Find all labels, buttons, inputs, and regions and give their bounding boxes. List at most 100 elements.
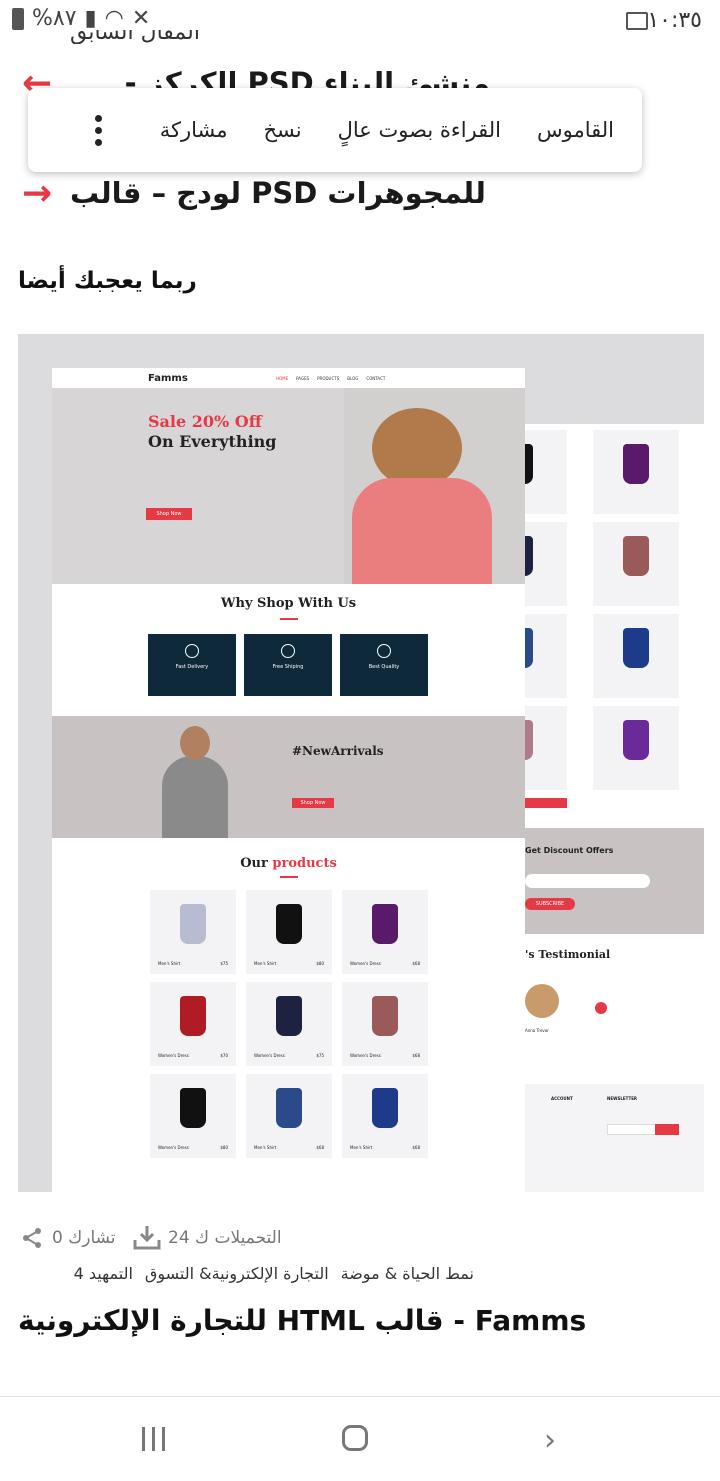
- popup-copy[interactable]: نسخ: [245, 118, 319, 142]
- preview-nav-blog: BLOG: [347, 376, 359, 381]
- product-card: Women's Dress $80: [150, 1074, 236, 1158]
- more-options-icon[interactable]: [94, 114, 104, 146]
- product-card: Men's Shirt $75: [150, 890, 236, 974]
- products-title: Our products: [52, 856, 525, 871]
- testimonial-next-icon: [595, 1002, 607, 1014]
- feature-label: Free Shiping: [272, 664, 304, 670]
- products-title-b: products: [272, 856, 337, 871]
- product-image: [372, 904, 398, 944]
- product-image: [372, 996, 398, 1036]
- product-card: Women's Dress $75: [246, 982, 332, 1066]
- download-icon[interactable]: [132, 1224, 162, 1252]
- recent-apps-button[interactable]: [142, 1427, 165, 1451]
- preview-hero: [52, 388, 525, 584]
- product-price: $75: [316, 1053, 324, 1058]
- share-count: تشارك 0: [52, 1228, 116, 1248]
- product-name: Women's Dress: [254, 1053, 285, 1058]
- preview-nav-products: PRODUCTS: [317, 376, 340, 381]
- product-image: [276, 1088, 302, 1128]
- battery-percent: %٨٧: [32, 6, 77, 31]
- product-name: Men's Shirt: [350, 1145, 373, 1150]
- product-card: Women's Dress $68: [342, 982, 428, 1066]
- preview-page: Famms HOME PAGES PRODUCTS BLOG CONTACT S…: [52, 368, 525, 1192]
- preview-nav-pages: PAGES: [296, 376, 310, 381]
- product-price: $68: [412, 1145, 420, 1150]
- testimonial-name: Anna Trevor: [525, 1028, 549, 1033]
- feature-card: Best Quality: [340, 634, 428, 696]
- product-card: Men's Shirt $80: [246, 890, 332, 974]
- popup-dictionary[interactable]: القاموس: [519, 118, 632, 142]
- product-image: [276, 996, 302, 1036]
- feature-card: Fast Delivery: [148, 634, 236, 696]
- product-price: $68: [412, 961, 420, 966]
- mute-icon: ✕: [131, 6, 151, 31]
- product-price: $80: [220, 1145, 228, 1150]
- product-grid: Men's Shirt $75 Men's Shirt $80 Women's Dres…: [150, 890, 440, 1190]
- testimonial-avatar: [525, 984, 559, 1018]
- product-card: Women's Dress $70: [150, 982, 236, 1066]
- related-link-2[interactable]: للمجوهرات PSD لودج – قالب: [70, 176, 486, 210]
- product-name: Women's Dress: [350, 961, 381, 966]
- arrivals-button: Shop Now: [292, 798, 334, 808]
- tags-row: نمط الحياة & موضة التجارة الإلكترونية& ا…: [18, 1264, 474, 1283]
- feature-card: Free Shiping: [244, 634, 332, 696]
- download-count: التحميلات ك 24: [168, 1228, 282, 1248]
- why-title: Why Shop With Us: [220, 596, 357, 611]
- popup-read-aloud[interactable]: القراءة بصوت عالٍ: [320, 118, 519, 142]
- tag-bootstrap[interactable]: التمهيد 4: [74, 1264, 133, 1283]
- feature-label: Best Quality: [368, 664, 400, 670]
- product-name: Men's Shirt: [158, 961, 181, 966]
- product-image: [180, 996, 206, 1036]
- products-title-a: Our: [240, 856, 268, 871]
- back-button[interactable]: ›: [544, 1423, 556, 1458]
- product-price: $80: [316, 961, 324, 966]
- product-name: Women's Dress: [350, 1053, 381, 1058]
- product-card: Women's Dress $68: [342, 890, 428, 974]
- image-notification-icon: [626, 12, 648, 30]
- arrow-right-icon[interactable]: →: [22, 176, 52, 212]
- share-icon[interactable]: [20, 1226, 44, 1250]
- system-nav-bar: ›: [0, 1396, 720, 1481]
- footer-account: ACCOUNT: [551, 1096, 573, 1101]
- product-price: $68: [316, 1145, 324, 1150]
- preview-nav-home: HOME: [276, 376, 289, 381]
- product-price: $68: [412, 1053, 420, 1058]
- hero-subtitle: On Everything: [148, 432, 277, 451]
- signal-icon: ▮: [84, 6, 97, 31]
- famms-logo: Famms: [148, 373, 188, 384]
- product-image: [276, 904, 302, 944]
- clock: ١٠:٣٥: [647, 8, 702, 33]
- new-arrivals-banner: #NewArrivals Shop Now: [52, 716, 525, 838]
- hero-title: Sale 20% Off: [148, 412, 262, 431]
- related-link-1[interactable]: منشئ البناء PSD الكركز - قالب: [70, 66, 490, 90]
- product-name: Men's Shirt: [254, 1145, 277, 1150]
- product-price: $70: [220, 1053, 228, 1058]
- tag-ecommerce[interactable]: التجارة الإلكترونية& التسوق: [145, 1264, 329, 1283]
- product-image: [180, 1088, 206, 1128]
- previous-article-label: المقال السابق: [70, 30, 200, 44]
- arrivals-title: #NewArrivals: [292, 744, 384, 758]
- battery-icon: [12, 7, 24, 30]
- product-name: Women's Dress: [158, 1053, 189, 1058]
- product-card: Men's Shirt $68: [342, 1074, 428, 1158]
- product-image: [372, 1088, 398, 1128]
- product-name: Men's Shirt: [254, 961, 277, 966]
- preview-nav-contact: CONTACT: [366, 376, 386, 381]
- related-heading: ربما يعجبك أيضا: [18, 268, 197, 294]
- related-link-1-text: منشئ البناء PSD الكركز - قالب: [124, 66, 490, 90]
- tag-lifestyle[interactable]: نمط الحياة & موضة: [341, 1264, 474, 1283]
- template-preview-image[interactable]: Get Discount Offers SUBSCRIBE 's Testimo…: [18, 334, 704, 1192]
- post-title[interactable]: Famms - قالب HTML للتجارة الإلكترونية: [18, 1304, 586, 1337]
- product-name: Women's Dress: [158, 1145, 189, 1150]
- subscribe-button: SUBSCRIBE: [525, 898, 575, 910]
- preview-right-column: Get Discount Offers SUBSCRIBE 's Testimo…: [497, 424, 704, 1192]
- product-card: Men's Shirt $68: [246, 1074, 332, 1158]
- status-left-icons: %٨٧ ▮ ◠ ✕: [12, 6, 150, 31]
- wifi-icon: ◠: [104, 6, 124, 31]
- home-button[interactable]: [342, 1425, 368, 1451]
- previous-article-text: المقال السابق: [70, 30, 200, 44]
- product-image: [180, 904, 206, 944]
- text-selection-popup: القاموس القراءة بصوت عالٍ نسخ مشاركة: [28, 88, 642, 172]
- footer-newsletter: NEWSLETTER: [607, 1096, 638, 1101]
- popup-share[interactable]: مشاركة: [142, 118, 246, 142]
